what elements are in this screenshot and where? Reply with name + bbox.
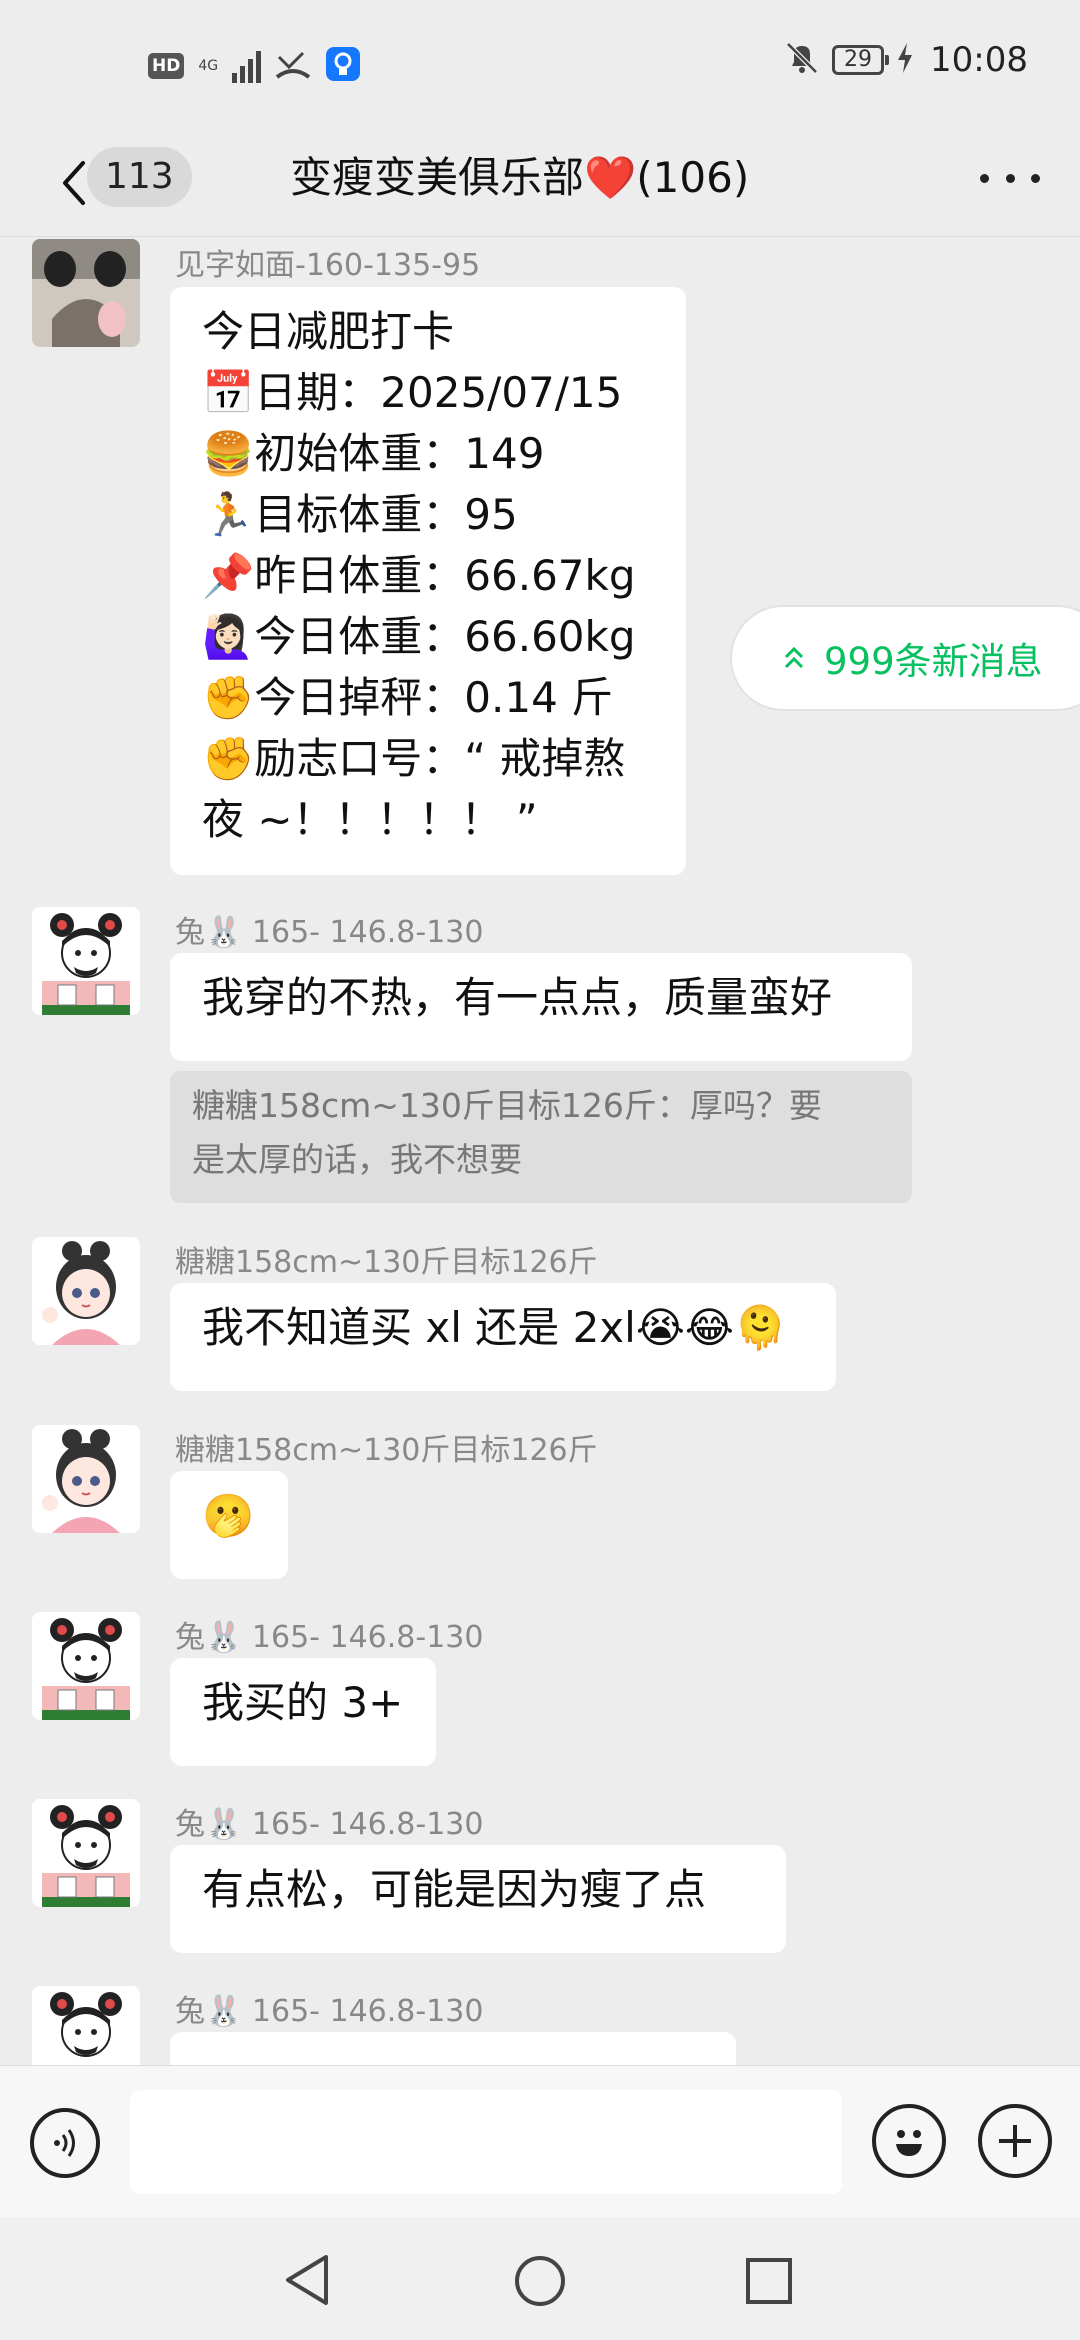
message-text: 有点松，可能是因为瘦了点 bbox=[202, 1865, 707, 1914]
avatar[interactable] bbox=[32, 1986, 140, 2065]
sender-name: 兔🐰 165- 146.8-130 bbox=[175, 1620, 484, 1655]
hd-badge: HD bbox=[148, 53, 185, 79]
message-line: 今日减肥打卡 bbox=[202, 307, 455, 356]
chat-header: 113 变瘦变美俱乐部❤️(106) bbox=[0, 130, 1080, 236]
battery-icon: 29 bbox=[832, 45, 890, 75]
message-line: 夜 ~！！！！！ ” bbox=[202, 795, 538, 844]
avatar[interactable] bbox=[32, 239, 140, 347]
message-line: 🍔初始体重：149 bbox=[202, 429, 545, 478]
signal-icon bbox=[232, 49, 262, 83]
triangle-back-icon bbox=[286, 2255, 328, 2305]
chevron-left-icon bbox=[63, 161, 85, 205]
status-bar: HD 4G 29 10:08 bbox=[0, 0, 1080, 130]
square-recents-icon bbox=[746, 2258, 792, 2304]
message-line: 🙋🏻‍♀️今日体重：66.60kg bbox=[202, 612, 636, 661]
avatar[interactable] bbox=[32, 1612, 140, 1720]
quoted-message[interactable]: 糖糖158cm~130斤目标126斤：厚吗？要 是太厚的话，我不想要 bbox=[170, 1071, 912, 1203]
nav-back-button[interactable] bbox=[282, 2253, 332, 2307]
message-bubble[interactable]: 我穿的不热，有一点点，质量蛮好 bbox=[170, 953, 912, 1061]
avatar[interactable] bbox=[32, 1799, 140, 1907]
voice-button[interactable] bbox=[30, 2108, 100, 2178]
quote-line: 是太厚的话，我不想要 bbox=[192, 1140, 522, 1179]
message-text: 我不知道买 xl 还是 2xl😭😂🫠 bbox=[202, 1303, 787, 1352]
message-bubble[interactable]: 🫢 bbox=[170, 1471, 288, 1579]
avatar[interactable] bbox=[32, 907, 140, 1015]
mute-bell-icon bbox=[784, 40, 820, 80]
input-bar bbox=[0, 2065, 1080, 2217]
more-icon bbox=[980, 173, 989, 183]
circle-home-icon bbox=[515, 2256, 565, 2306]
sender-name: 糖糖158cm~130斤目标126斤 bbox=[175, 1245, 598, 1280]
message-text: 我买的 3+ bbox=[202, 1678, 404, 1727]
quote-line: 糖糖158cm~130斤目标126斤：厚吗？要 bbox=[192, 1086, 822, 1125]
nav-recents-button[interactable] bbox=[745, 2257, 793, 2305]
emoji-icon bbox=[896, 2130, 922, 2156]
more-button[interactable] bbox=[980, 158, 1040, 198]
sender-name: 见字如面-160-135-95 bbox=[175, 248, 481, 283]
sender-name: 兔🐰 165- 146.8-130 bbox=[175, 915, 484, 950]
sender-name: 兔🐰 165- 146.8-130 bbox=[175, 1994, 484, 2029]
message-bubble[interactable]: 我买的 3+ bbox=[170, 1658, 436, 1766]
message-line: ✊励志口号：“ 戒掉熬 bbox=[202, 734, 626, 783]
status-right: 29 10:08 bbox=[784, 40, 1028, 80]
avatar[interactable] bbox=[32, 1237, 140, 1345]
message-line: ✊今日掉秤：0.14 斤 bbox=[202, 673, 614, 722]
message-bubble[interactable] bbox=[170, 2032, 736, 2065]
plus-button[interactable] bbox=[978, 2104, 1052, 2178]
message-input[interactable] bbox=[130, 2090, 842, 2194]
status-left: HD 4G bbox=[148, 46, 361, 86]
chat-title: 变瘦变美俱乐部❤️(106) bbox=[290, 153, 750, 202]
more-icon-dot bbox=[1031, 173, 1040, 183]
message-line: 📅日期：2025/07/15 bbox=[202, 368, 623, 417]
app-notification-icon bbox=[325, 46, 361, 86]
double-chevron-up-icon bbox=[784, 646, 804, 669]
missed-call-icon bbox=[275, 47, 311, 85]
message-bubble[interactable]: 我不知道买 xl 还是 2xl😭😂🫠 bbox=[170, 1283, 836, 1391]
system-nav-bar bbox=[0, 2217, 1080, 2340]
plus-icon bbox=[999, 2125, 1031, 2157]
message-bubble[interactable]: 有点松，可能是因为瘦了点 bbox=[170, 1845, 786, 1953]
network-type-label: 4G bbox=[198, 58, 219, 74]
charging-icon bbox=[896, 41, 914, 79]
emoji-button[interactable] bbox=[872, 2104, 946, 2178]
voice-icon bbox=[54, 2129, 75, 2157]
message-line: 📌昨日体重：66.67kg bbox=[202, 551, 636, 600]
message-list[interactable]: 见字如面-160-135-95 今日减肥打卡 📅日期：2025/07/15 🍔初… bbox=[0, 237, 1080, 2065]
message-text: 我穿的不热，有一点点，质量蛮好 bbox=[202, 973, 833, 1022]
new-messages-label: 999条新消息 bbox=[824, 640, 1043, 683]
more-icon-dot bbox=[1005, 173, 1015, 183]
sender-name: 糖糖158cm~130斤目标126斤 bbox=[175, 1433, 598, 1468]
sender-name: 兔🐰 165- 146.8-130 bbox=[175, 1807, 484, 1842]
new-messages-button[interactable]: 999条新消息 bbox=[730, 605, 1080, 711]
message-text: 🫢 bbox=[202, 1491, 255, 1540]
unread-count-badge[interactable]: 113 bbox=[87, 147, 192, 207]
message-line: 🏃目标体重：95 bbox=[202, 490, 518, 539]
status-time: 10:08 bbox=[930, 40, 1028, 80]
avatar[interactable] bbox=[32, 1425, 140, 1533]
message-bubble[interactable]: 今日减肥打卡 📅日期：2025/07/15 🍔初始体重：149 🏃目标体重：95… bbox=[170, 287, 686, 875]
nav-home-button[interactable] bbox=[513, 2254, 567, 2308]
